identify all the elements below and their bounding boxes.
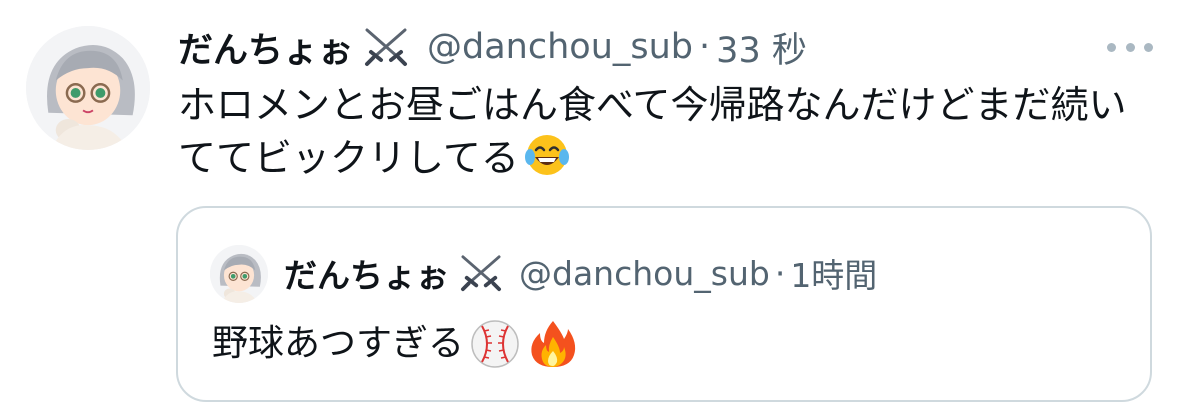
timestamp[interactable]: 33 秒 — [716, 22, 807, 73]
more-dot — [1125, 42, 1135, 52]
crossed-swords-icon — [461, 255, 502, 292]
separator-dot: · — [774, 253, 786, 293]
tweet-text-content: ホロメンとお昼ごはん食べて今帰路なんだけどまだ続いててビックリしてる — [178, 83, 1127, 180]
quoted-tweet[interactable]: だんちょぉ @danchou_sub · 1時間 野球あつすぎる — [176, 206, 1152, 402]
crossed-swords-icon — [365, 28, 408, 66]
avatar[interactable] — [26, 26, 150, 150]
quote-text: 野球あつすぎる — [212, 316, 580, 372]
fire-icon — [531, 321, 576, 367]
tweet-header: だんちょぉ @danchou_sub · 33 秒 — [178, 22, 807, 72]
quote-header: だんちょぉ @danchou_sub · 1時間 — [284, 248, 877, 298]
more-dot — [1107, 42, 1116, 52]
quote-avatar[interactable] — [210, 245, 268, 303]
tweet-text: ホロメンとお昼ごはん食べて今帰路なんだけどまだ続いててビックリしてる — [178, 80, 1138, 184]
quote-author-handle[interactable]: @danchou_sub — [519, 254, 770, 293]
avatar-illustration — [210, 245, 268, 303]
separator-dot: · — [699, 27, 711, 67]
author-name[interactable]: だんちょぉ — [178, 22, 353, 73]
face-with-tears-of-joy-icon — [524, 135, 569, 175]
more-dot — [1144, 42, 1153, 52]
author-handle[interactable]: @danchou_sub — [427, 27, 693, 67]
quote-text-content: 野球あつすぎる — [212, 323, 465, 364]
quote-timestamp[interactable]: 1時間 — [790, 249, 877, 297]
avatar-illustration — [26, 26, 150, 150]
baseball-icon — [471, 320, 519, 368]
more-options-icon[interactable] — [1107, 38, 1153, 56]
quote-author-name[interactable]: だんちょぉ — [284, 249, 449, 297]
